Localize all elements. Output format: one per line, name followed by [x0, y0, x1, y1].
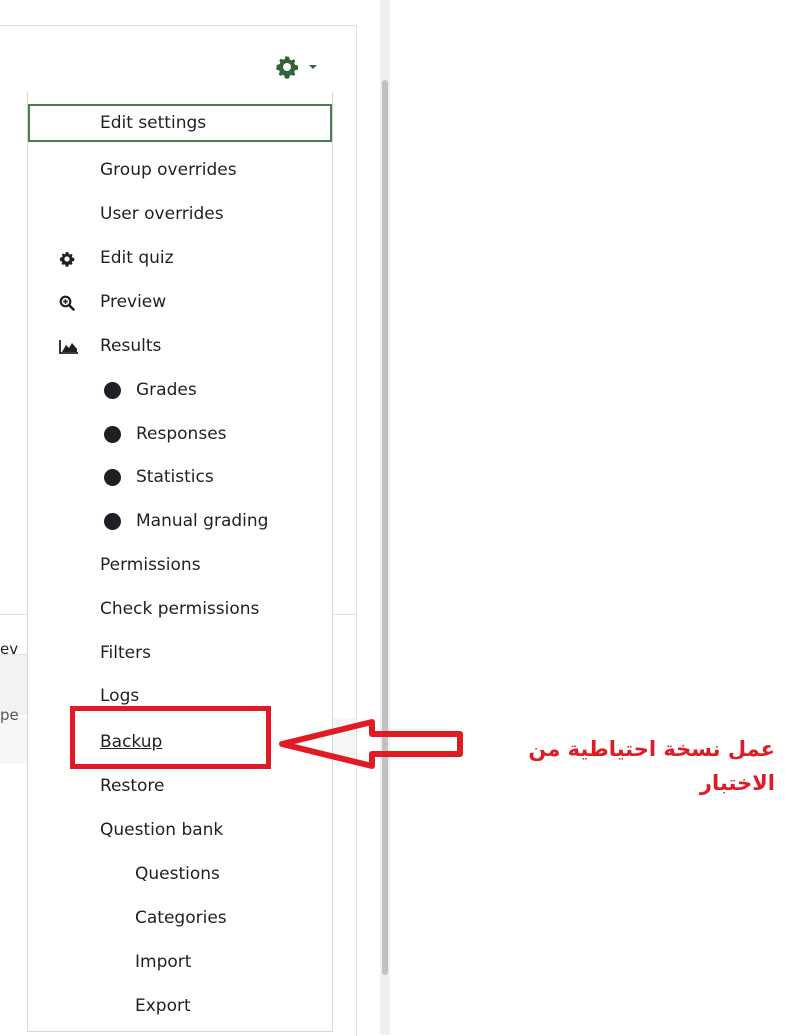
menu-item-edit-settings[interactable]: Edit settings — [28, 104, 332, 142]
menu-item-grades[interactable]: Grades — [28, 371, 332, 409]
bullet-icon — [104, 382, 121, 399]
menu-item-responses[interactable]: Responses — [28, 415, 332, 453]
bullet-icon — [104, 469, 121, 486]
menu-item-categories[interactable]: Categories — [28, 899, 332, 937]
background-partial-text: pe — [0, 706, 19, 724]
menu-item-label: Import — [135, 952, 192, 972]
annotation-line: الاختبار — [699, 771, 775, 795]
menu-item-check-permissions[interactable]: Check permissions — [28, 590, 332, 628]
zoom-in-icon — [59, 295, 75, 311]
chevron-down-icon — [309, 65, 317, 69]
menu-item-label: Export — [135, 996, 191, 1016]
bullet-icon — [104, 426, 121, 443]
menu-item-group-overrides[interactable]: Group overrides — [28, 151, 332, 189]
menu-item-questions[interactable]: Questions — [28, 855, 332, 893]
menu-item-filters[interactable]: Filters — [28, 634, 332, 672]
menu-item-export[interactable]: Export — [28, 987, 332, 1025]
menu-item-edit-quiz[interactable]: Edit quiz — [28, 239, 332, 277]
area-chart-icon — [59, 340, 78, 354]
menu-item-manual-grading[interactable]: Manual grading — [28, 502, 332, 540]
menu-item-label: Categories — [135, 908, 227, 928]
menu-item-label: Responses — [136, 424, 227, 444]
annotation-line: عمل نسخة احتياطية من — [528, 737, 775, 761]
menu-item-label: Logs — [100, 686, 140, 706]
actions-dropdown-menu: Edit settings Group overrides User overr… — [27, 92, 333, 1032]
menu-item-label: Results — [100, 336, 162, 356]
menu-item-label: Restore — [100, 776, 165, 796]
bullet-icon — [104, 513, 121, 530]
menu-item-label: Filters — [100, 643, 151, 663]
menu-item-label: Group overrides — [100, 160, 237, 180]
menu-item-label: Question bank — [100, 820, 224, 840]
annotation-text: عمل نسخة احتياطية من الاختبار — [520, 732, 775, 800]
annotation-arrow-icon — [279, 719, 463, 769]
menu-item-label: Preview — [100, 292, 167, 312]
menu-item-restore[interactable]: Restore — [28, 767, 332, 805]
menu-item-label: Edit settings — [100, 113, 207, 133]
gear-icon — [276, 56, 299, 79]
menu-item-label: Permissions — [100, 555, 201, 575]
menu-item-label: User overrides — [100, 204, 224, 224]
menu-item-import[interactable]: Import — [28, 943, 332, 981]
scrollbar-thumb[interactable] — [382, 80, 388, 975]
menu-item-label: Statistics — [136, 467, 214, 487]
actions-menu-button[interactable] — [275, 50, 335, 84]
menu-item-permissions[interactable]: Permissions — [28, 546, 332, 584]
menu-item-label: Edit quiz — [100, 248, 174, 268]
menu-item-label: Grades — [136, 380, 197, 400]
menu-item-question-bank[interactable]: Question bank — [28, 811, 332, 849]
menu-item-statistics[interactable]: Statistics — [28, 458, 332, 496]
menu-item-label: Manual grading — [136, 511, 269, 531]
menu-item-preview[interactable]: Preview — [28, 283, 332, 321]
menu-item-results[interactable]: Results — [28, 327, 332, 365]
annotation-highlight-box — [70, 706, 271, 769]
background-partial-text: ev — [0, 640, 19, 658]
gear-icon — [59, 251, 75, 267]
menu-item-label: Questions — [135, 864, 220, 884]
menu-item-label: Check permissions — [100, 599, 260, 619]
menu-item-user-overrides[interactable]: User overrides — [28, 195, 332, 233]
